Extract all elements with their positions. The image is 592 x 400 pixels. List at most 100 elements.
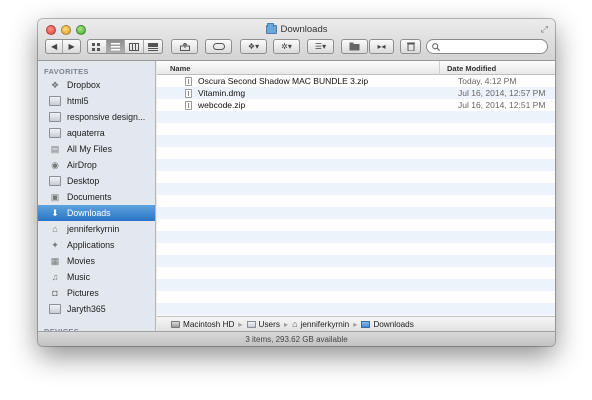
icon-view-icon xyxy=(92,42,101,51)
fullscreen-icon[interactable]: ⤢ xyxy=(541,24,548,35)
sidebar-item-applications[interactable]: ✦ Applications xyxy=(38,237,155,253)
path-segment-macintosh-hd[interactable]: Macintosh HD xyxy=(171,320,234,329)
sidebar-item-label: Pictures xyxy=(67,288,99,298)
home-icon: ⌂ xyxy=(292,319,298,329)
sidebar-item-music[interactable]: ♫ Music xyxy=(38,269,155,285)
empty-row xyxy=(157,279,555,291)
empty-row xyxy=(157,255,555,267)
title-bar: Downloads ⤢ ◀ ▶ ❖▾ ✲▾ ☰▾ ▸◂ xyxy=(38,19,555,61)
downloads-folder-icon xyxy=(265,23,277,34)
documents-icon: ▣ xyxy=(50,191,60,202)
table-row[interactable]: Oscura Second Shadow MAC BUNDLE 3.zip To… xyxy=(157,75,555,87)
sidebar-item-aquaterra[interactable]: aquaterra xyxy=(38,125,155,141)
back-button[interactable]: ◀ xyxy=(46,40,64,53)
share-icon xyxy=(179,42,190,51)
status-text: 3 items, 293.62 GB available xyxy=(245,334,348,344)
sidebar-item-downloads[interactable]: ⬇ Downloads xyxy=(38,205,155,221)
arrange-button[interactable]: ☰▾ xyxy=(307,39,334,54)
music-icon: ♫ xyxy=(51,272,59,282)
share-button[interactable] xyxy=(171,39,198,54)
window-title-text: Downloads xyxy=(280,24,328,35)
path-segment-label: Downloads xyxy=(373,319,414,329)
date-modified-column-header[interactable]: Date Modified xyxy=(439,61,496,75)
empty-row xyxy=(157,267,555,279)
empty-row xyxy=(157,231,555,243)
sidebar-item-dropbox[interactable]: ❖ Dropbox xyxy=(38,77,155,93)
sidebar-item-label: Movies xyxy=(67,256,95,266)
path-segment-downloads[interactable]: Downloads xyxy=(361,320,414,329)
sidebar-item-home[interactable]: ⌂ jenniferkyrnin xyxy=(38,221,155,237)
sidebar-item-all-my-files[interactable]: ▤ All My Files xyxy=(38,141,155,157)
hard-drive-icon xyxy=(171,320,180,328)
desktop-icon xyxy=(49,176,61,186)
sidebar-item-label: AirDrop xyxy=(67,160,97,170)
tag-icon xyxy=(212,43,225,50)
file-rows: Oscura Second Shadow MAC BUNDLE 3.zip To… xyxy=(157,75,555,315)
empty-row xyxy=(157,219,555,231)
sidebar-item-pictures[interactable]: ◘ Pictures xyxy=(38,285,155,301)
sidebar-item-label: Applications xyxy=(67,240,115,250)
coverflow-view-button[interactable] xyxy=(144,40,162,53)
file-name: webcode.zip xyxy=(198,100,246,110)
sidebar-item-label: Desktop xyxy=(67,176,100,186)
path-segment-users[interactable]: Users xyxy=(246,320,280,329)
folder-icon xyxy=(49,96,61,106)
sidebar-item-airdrop[interactable]: ◉ AirDrop xyxy=(38,157,155,173)
zip-file-icon xyxy=(185,77,192,86)
dropbox-icon: ❖▾ xyxy=(247,42,260,51)
file-date: Jul 16, 2014, 12:51 PM xyxy=(458,100,546,110)
empty-row xyxy=(157,111,555,123)
sidebar-item-html5[interactable]: html5 xyxy=(38,93,155,109)
new-folder-button[interactable] xyxy=(341,39,368,54)
action-button[interactable]: ✲▾ xyxy=(273,39,300,54)
home-icon: ⌂ xyxy=(52,224,58,234)
favorites-header: FAVORITES xyxy=(44,67,89,76)
pictures-icon: ◘ xyxy=(52,288,58,298)
tags-button[interactable] xyxy=(205,39,232,54)
dropbox-button[interactable]: ❖▾ xyxy=(240,39,267,54)
search-field[interactable] xyxy=(426,39,548,54)
sidebar-item-responsive-design[interactable]: responsive design... xyxy=(38,109,155,125)
search-input[interactable] xyxy=(443,42,543,51)
empty-row xyxy=(157,303,555,315)
sidebar-item-documents[interactable]: ▣ Documents xyxy=(38,189,155,205)
path-toggle-button[interactable]: ▸◂ xyxy=(369,39,394,54)
folder-icon xyxy=(246,320,256,328)
arrange-icon: ☰▾ xyxy=(314,42,327,51)
delete-button[interactable] xyxy=(400,39,421,54)
table-row[interactable]: Vitamin.dmg Jul 16, 2014, 12:57 PM xyxy=(157,87,555,99)
sidebar-item-label: Music xyxy=(67,272,90,282)
column-view-button[interactable] xyxy=(125,40,144,53)
file-date: Jul 16, 2014, 12:57 PM xyxy=(458,88,546,98)
empty-row xyxy=(157,147,555,159)
toolbar: ◀ ▶ ❖▾ ✲▾ ☰▾ ▸◂ xyxy=(45,39,548,55)
icon-view-button[interactable] xyxy=(88,40,107,53)
all-files-icon: ▤ xyxy=(50,143,60,154)
sidebar-item-label: Jaryth365 xyxy=(67,304,106,314)
list-view-icon xyxy=(110,42,120,50)
file-name: Vitamin.dmg xyxy=(198,88,246,98)
dmg-file-icon xyxy=(185,89,192,98)
list-view-button[interactable] xyxy=(106,40,125,53)
path-bar: Macintosh HD ▸ Users ▸ ⌂ jenniferkyrnin … xyxy=(157,316,555,331)
coverflow-view-icon xyxy=(147,42,158,51)
folder-icon xyxy=(49,304,61,314)
trash-icon xyxy=(406,42,415,51)
sidebar-item-movies[interactable]: ▦ Movies xyxy=(38,253,155,269)
dropbox-icon: ❖ xyxy=(50,79,60,90)
sidebar: FAVORITES ❖ Dropbox html5 responsive des… xyxy=(38,61,156,334)
forward-button[interactable]: ▶ xyxy=(63,40,80,53)
sidebar-item-desktop[interactable]: Desktop xyxy=(38,173,155,189)
zip-file-icon xyxy=(185,101,192,110)
sidebar-item-label: responsive design... xyxy=(67,112,146,122)
chevron-right-icon: ▸ xyxy=(238,320,243,329)
sidebar-item-jaryth365[interactable]: Jaryth365 xyxy=(38,301,155,317)
new-folder-icon xyxy=(349,42,359,51)
path-segment-home[interactable]: ⌂ jenniferkyrnin xyxy=(292,319,349,329)
path-segment-label: jenniferkyrnin xyxy=(300,319,350,329)
name-column-header[interactable]: Name xyxy=(170,64,190,73)
sidebar-item-label: Downloads xyxy=(67,208,111,218)
search-icon xyxy=(432,42,440,51)
empty-row xyxy=(157,195,555,207)
table-row[interactable]: webcode.zip Jul 16, 2014, 12:51 PM xyxy=(157,99,555,111)
